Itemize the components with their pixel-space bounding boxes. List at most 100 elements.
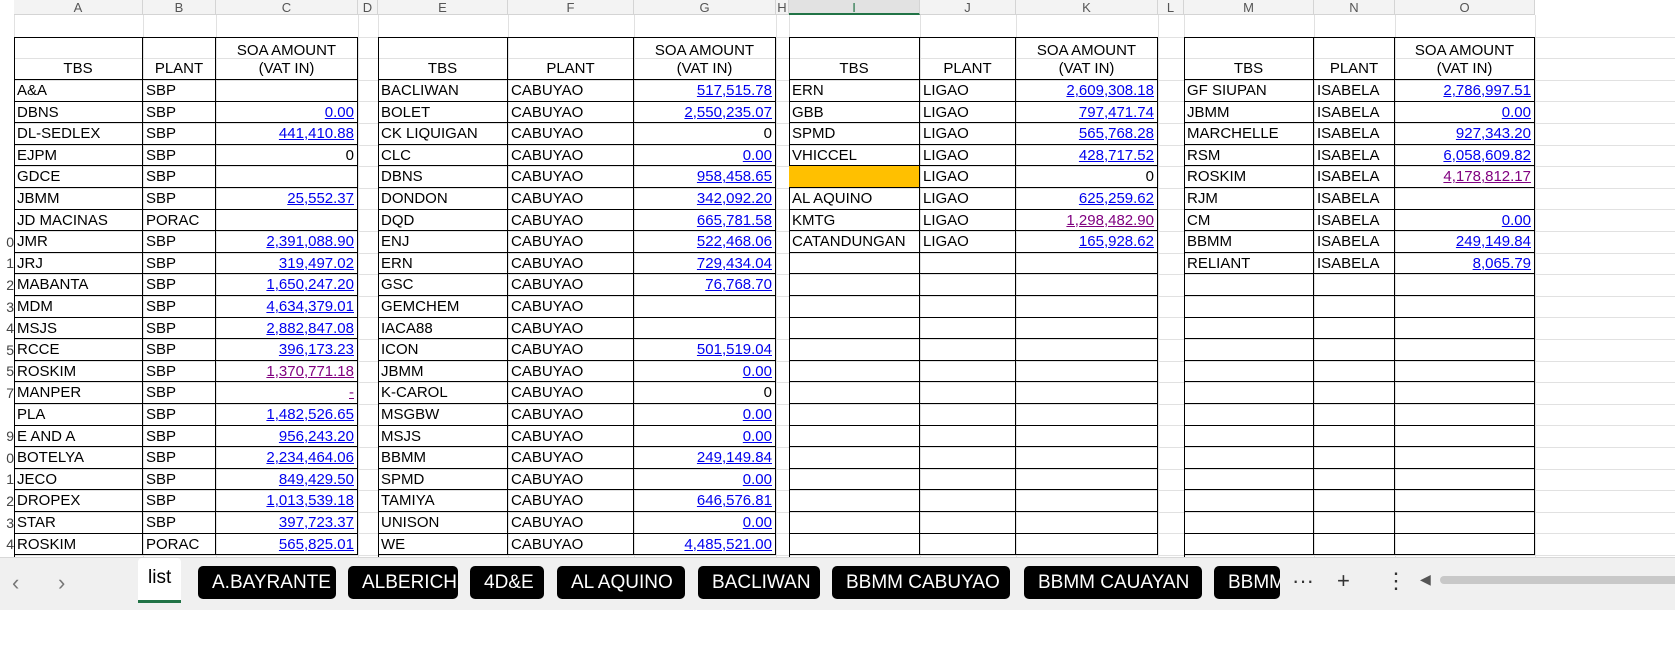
amount-cell[interactable]: 646,576.81 <box>634 490 776 512</box>
add-sheet-button[interactable]: + <box>1337 568 1350 594</box>
amount-link[interactable]: 565,825.01 <box>279 536 354 553</box>
amount-link[interactable]: 0.00 <box>743 471 772 488</box>
amount-cell[interactable]: 1,013,539.18 <box>216 490 358 512</box>
amount-cell[interactable]: 396,173.23 <box>216 339 358 361</box>
scroll-left-icon[interactable]: ◀ <box>1420 571 1431 588</box>
amount-link[interactable]: 342,092.20 <box>697 190 772 207</box>
amount-cell[interactable]: 249,149.84 <box>1395 231 1535 253</box>
more-sheets-icon[interactable]: ··· <box>1292 568 1314 594</box>
amount-cell[interactable]: 797,471.74 <box>1016 101 1158 124</box>
amount-cell[interactable]: 4,634,379.01 <box>216 296 358 318</box>
tab-a-bayrante[interactable]: A.BAYRANTE <box>198 566 336 599</box>
amount-link[interactable]: 2,550,235.07 <box>684 104 772 121</box>
amount-cell[interactable]: 0.00 <box>634 425 776 448</box>
amount-link[interactable]: 565,768.28 <box>1079 125 1154 142</box>
amount-cell[interactable]: 1,298,482.90 <box>1016 209 1158 232</box>
amount-cell[interactable]: 25,552.37 <box>216 188 358 210</box>
amount-cell[interactable]: 522,468.06 <box>634 231 776 253</box>
amount-link[interactable]: 956,243.20 <box>279 428 354 445</box>
amount-link[interactable]: 249,149.84 <box>697 449 772 466</box>
amount-cell[interactable]: 428,717.52 <box>1016 144 1158 167</box>
amount-link[interactable]: 729,434.04 <box>697 255 772 272</box>
amount-link[interactable]: 849,429.50 <box>279 471 354 488</box>
amount-cell[interactable]: 565,825.01 <box>216 533 358 556</box>
amount-link[interactable]: 0.00 <box>1502 104 1531 121</box>
amount-cell[interactable]: 249,149.84 <box>634 447 776 469</box>
column-header-j[interactable]: J <box>920 0 1016 15</box>
sheet-menu-icon[interactable]: ⋮ <box>1385 568 1407 594</box>
amount-cell[interactable]: 342,092.20 <box>634 188 776 210</box>
tab-al-aquino[interactable]: AL AQUINO <box>557 566 685 599</box>
next-sheet-icon[interactable]: › <box>58 570 65 596</box>
column-header-d[interactable]: D <box>358 0 378 15</box>
amount-cell[interactable]: 2,786,997.51 <box>1395 80 1535 102</box>
amount-cell[interactable]: 1,370,771.18 <box>216 360 358 383</box>
amount-link[interactable]: 0.00 <box>743 428 772 445</box>
amount-cell[interactable]: 0.00 <box>634 360 776 383</box>
amount-link[interactable]: 0.00 <box>325 104 354 121</box>
tab-bbmm-cabuyao[interactable]: BBMM CABUYAO <box>832 566 1010 599</box>
amount-cell[interactable]: 2,391,088.90 <box>216 231 358 253</box>
amount-link[interactable]: 2,882,847.08 <box>266 320 354 337</box>
tab-bacliwan[interactable]: BACLIWAN <box>698 566 820 599</box>
amount-link[interactable]: 428,717.52 <box>1079 147 1154 164</box>
amount-link[interactable]: 797,471.74 <box>1079 104 1154 121</box>
amount-link[interactable]: 4,178,812.17 <box>1443 168 1531 185</box>
amount-link[interactable]: 522,468.06 <box>697 233 772 250</box>
amount-cell[interactable]: 0.00 <box>1395 101 1535 124</box>
amount-cell[interactable]: 8,065.79 <box>1395 252 1535 275</box>
amount-link[interactable]: 8,065.79 <box>1473 255 1531 272</box>
amount-link[interactable]: 4,634,379.01 <box>266 298 354 315</box>
amount-cell[interactable]: 319,497.02 <box>216 252 358 275</box>
amount-cell[interactable]: 0.00 <box>1395 209 1535 232</box>
amount-link[interactable]: 1,482,526.65 <box>266 406 354 423</box>
column-header-a[interactable]: A <box>14 0 143 15</box>
column-header-c[interactable]: C <box>216 0 358 15</box>
amount-cell[interactable]: 2,882,847.08 <box>216 317 358 340</box>
prev-sheet-icon[interactable]: ‹ <box>12 570 19 596</box>
amount-link[interactable]: 2,391,088.90 <box>266 233 354 250</box>
amount-link[interactable]: 2,786,997.51 <box>1443 82 1531 99</box>
amount-cell[interactable]: 165,928.62 <box>1016 231 1158 253</box>
amount-link[interactable]: 1,370,771.18 <box>266 363 354 380</box>
amount-cell[interactable]: 0.00 <box>634 468 776 491</box>
amount-link[interactable]: 249,149.84 <box>1456 233 1531 250</box>
amount-link[interactable]: 2,234,464.06 <box>266 449 354 466</box>
amount-link[interactable]: 0.00 <box>743 514 772 531</box>
amount-cell[interactable]: 441,410.88 <box>216 123 358 145</box>
amount-link[interactable]: 927,343.20 <box>1456 125 1531 142</box>
amount-cell[interactable]: 0.00 <box>216 101 358 124</box>
column-header-h[interactable]: H <box>776 0 789 15</box>
tab-bbmm-cauayan[interactable]: BBMM CAUAYAN <box>1024 566 1202 599</box>
column-header-n[interactable]: N <box>1314 0 1395 15</box>
amount-cell[interactable]: 927,343.20 <box>1395 123 1535 145</box>
amount-link[interactable]: 517,515.78 <box>697 82 772 99</box>
amount-link[interactable]: 76,768.70 <box>705 276 772 293</box>
amount-link[interactable]: - <box>349 384 354 401</box>
amount-cell[interactable]: 4,485,521.00 <box>634 533 776 556</box>
column-header-b[interactable]: B <box>143 0 216 15</box>
scrollbar-thumb[interactable] <box>1440 576 1675 584</box>
column-header-f[interactable]: F <box>508 0 634 15</box>
amount-cell[interactable]: 849,429.50 <box>216 468 358 491</box>
column-header-k[interactable]: K <box>1016 0 1158 15</box>
tab-alberich[interactable]: ALBERICH <box>348 566 458 599</box>
column-header-l[interactable]: L <box>1158 0 1184 15</box>
amount-cell[interactable]: 397,723.37 <box>216 512 358 534</box>
amount-link[interactable]: 319,497.02 <box>279 255 354 272</box>
amount-link[interactable]: 165,928.62 <box>1079 233 1154 250</box>
tab-4d-e[interactable]: 4D&E <box>470 566 544 599</box>
amount-cell[interactable]: 958,458.65 <box>634 166 776 188</box>
amount-link[interactable]: 958,458.65 <box>697 168 772 185</box>
amount-cell[interactable]: 2,609,308.18 <box>1016 80 1158 102</box>
amount-cell[interactable]: 1,650,247.20 <box>216 274 358 296</box>
amount-link[interactable]: 397,723.37 <box>279 514 354 531</box>
amount-cell[interactable]: 517,515.78 <box>634 80 776 102</box>
tab-bbmm[interactable]: BBMM <box>1214 566 1280 599</box>
amount-link[interactable]: 396,173.23 <box>279 341 354 358</box>
amount-link[interactable]: 0.00 <box>1502 212 1531 229</box>
amount-cell[interactable]: 665,781.58 <box>634 209 776 232</box>
amount-cell[interactable]: 956,243.20 <box>216 425 358 448</box>
amount-cell[interactable]: 76,768.70 <box>634 274 776 296</box>
amount-cell[interactable]: 2,234,464.06 <box>216 447 358 469</box>
